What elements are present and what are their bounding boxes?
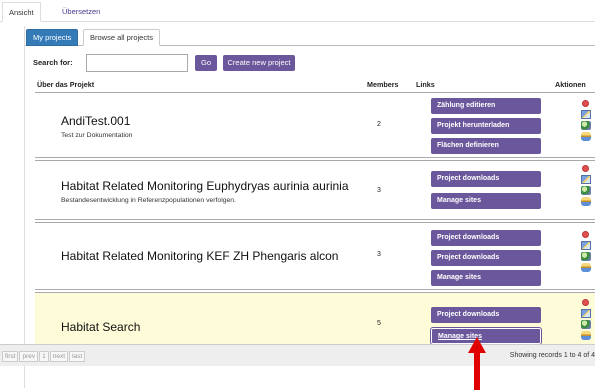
search-row: Search for: Go Create new project	[25, 53, 595, 73]
users-icon[interactable]	[581, 197, 591, 206]
header-members: Members	[367, 80, 399, 89]
table-row: Habitat Related Monitoring Euphydryas au…	[35, 160, 595, 220]
pagination: first prev 1 next last	[2, 351, 86, 362]
row-actions	[581, 231, 595, 274]
records-summary: Showing records 1 to 4 of 4	[509, 352, 595, 359]
users-icon[interactable]	[581, 263, 591, 272]
top-tab-bar: Ansicht Übersetzen	[0, 0, 595, 22]
pager-page[interactable]: 1	[39, 351, 49, 362]
red-arrow-annotation	[468, 337, 486, 390]
project-title: AndiTest.001	[61, 114, 131, 128]
create-new-project-button[interactable]: Create new project	[223, 55, 295, 71]
link-project-download-button[interactable]: Projekt herunterladen	[431, 118, 541, 134]
member-count: 5	[377, 320, 381, 327]
edit-icon[interactable]	[581, 110, 591, 119]
users-icon[interactable]	[581, 132, 591, 141]
link-define-areas-button[interactable]: Flächen definieren	[431, 138, 541, 154]
link-project-downloads-button[interactable]: Project downloads	[431, 230, 541, 246]
header-actions: Aktionen	[555, 80, 586, 89]
link-project-downloads-button[interactable]: Project downloads	[431, 171, 541, 187]
table-row: Habitat Related Monitoring KEF ZH Phenga…	[35, 222, 595, 290]
tab-browse-all-projects[interactable]: Browse all projects	[83, 29, 160, 46]
link-manage-sites-button[interactable]: Manage sites	[430, 327, 542, 345]
link-count-edit-button[interactable]: Zählung editieren	[431, 98, 541, 114]
header-links: Links	[416, 80, 435, 89]
edit-icon[interactable]	[581, 309, 591, 318]
table-row: AndiTest.001 Test zur Dokumentation 2 Zä…	[35, 92, 595, 158]
link-project-downloads-button[interactable]: Project downloads	[431, 307, 541, 323]
pager-last[interactable]: last	[69, 351, 86, 362]
forward-icon[interactable]	[581, 252, 591, 261]
delete-icon[interactable]	[582, 299, 589, 306]
link-manage-sites-button[interactable]: Manage sites	[431, 193, 541, 209]
edit-icon[interactable]	[581, 175, 591, 184]
go-button[interactable]: Go	[195, 55, 217, 71]
tab-my-projects[interactable]: My projects	[26, 29, 79, 46]
row-actions	[581, 165, 595, 208]
project-description: Test zur Dokumentation	[61, 132, 133, 139]
delete-icon[interactable]	[582, 100, 589, 107]
edit-icon[interactable]	[581, 241, 591, 250]
member-count: 3	[377, 187, 381, 194]
project-title: Habitat Related Monitoring Euphydryas au…	[61, 179, 349, 193]
table-row: Habitat Search 5 Project downloads Manag…	[35, 292, 595, 350]
table-header: Über das Projekt Members Links Aktionen	[25, 74, 595, 92]
project-description: Bestandesentwicklung in Referenzpopulati…	[61, 197, 236, 204]
search-input[interactable]	[86, 54, 188, 72]
row-actions	[581, 299, 595, 342]
link-project-downloads-button[interactable]: Project downloads	[431, 250, 541, 266]
forward-icon[interactable]	[581, 186, 591, 195]
member-count: 2	[377, 121, 381, 128]
delete-icon[interactable]	[582, 231, 589, 238]
project-title: Habitat Search	[61, 320, 141, 334]
projects-panel: My projects Browse all projects Search f…	[24, 26, 595, 388]
table-footer: first prev 1 next last Showing records 1 to …	[0, 344, 595, 366]
link-manage-sites-button[interactable]: Manage sites	[431, 270, 541, 286]
forward-icon[interactable]	[581, 320, 591, 329]
row-actions	[581, 100, 595, 143]
header-about: Über das Projekt	[37, 80, 95, 89]
project-tab-bar: My projects Browse all projects	[25, 28, 595, 46]
pager-first[interactable]: first	[2, 351, 19, 362]
delete-icon[interactable]	[582, 165, 589, 172]
pager-prev[interactable]: prev	[19, 351, 39, 362]
pager-next[interactable]: next	[49, 351, 69, 362]
search-label: Search for:	[33, 58, 73, 67]
tab-ansicht[interactable]: Ansicht	[2, 2, 41, 22]
users-icon[interactable]	[581, 331, 591, 340]
forward-icon[interactable]	[581, 121, 591, 130]
tab-uebersetzen[interactable]: Übersetzen	[56, 2, 106, 22]
project-title: Habitat Related Monitoring KEF ZH Phenga…	[61, 249, 339, 263]
member-count: 3	[377, 251, 381, 258]
